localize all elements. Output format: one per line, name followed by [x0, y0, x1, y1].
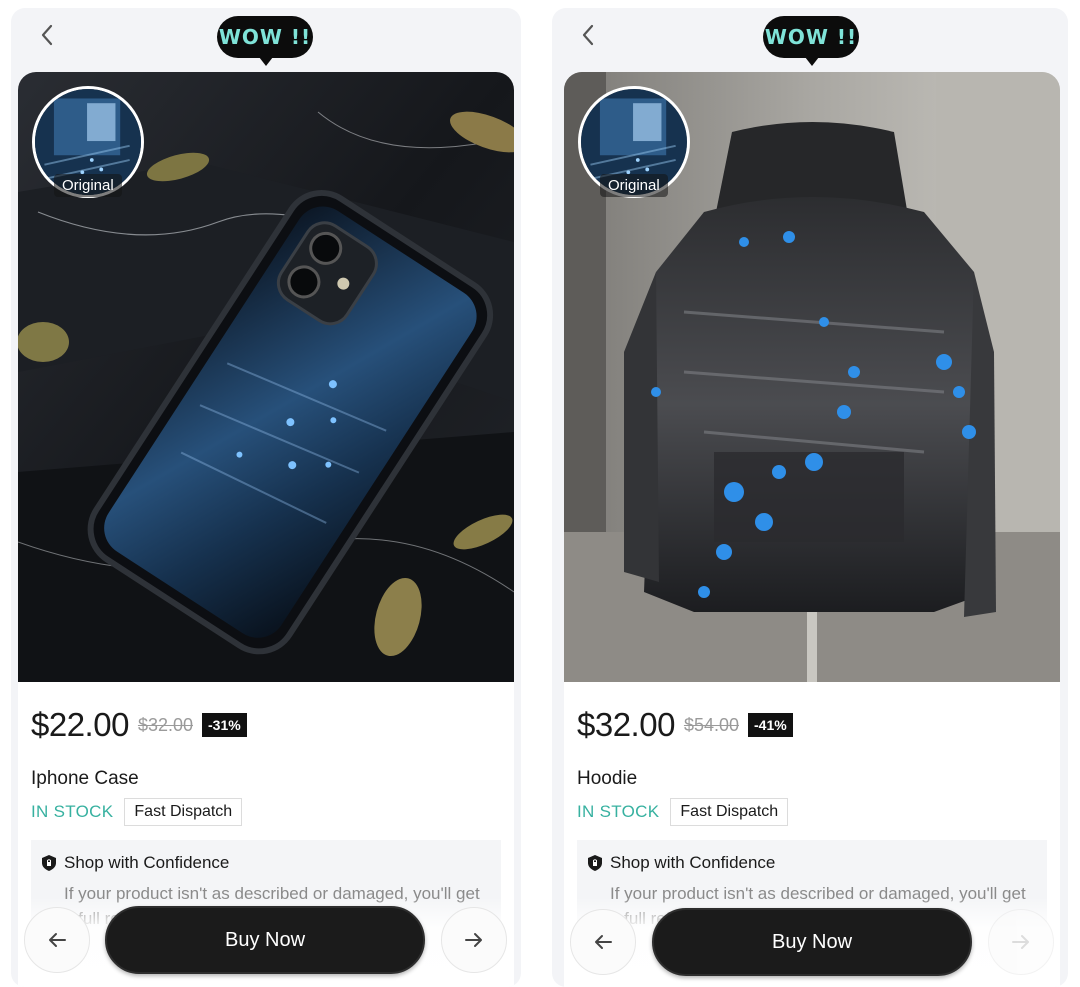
product-screen-hoodie: WOW !! Original $32.00 $54.00 -41% Hoodi… [552, 8, 1068, 987]
wow-bubble: WOW !! [217, 16, 313, 66]
confidence-heading: Shop with Confidence [64, 853, 230, 872]
wow-label: WOW !! [218, 25, 312, 49]
product-image-hoodie[interactable]: Original [564, 72, 1060, 682]
confidence-heading: Shop with Confidence [610, 853, 776, 872]
arrow-right-icon [465, 933, 482, 947]
confidence-heading-row: Shop with Confidence [587, 853, 1037, 873]
price: $22.00 [31, 706, 129, 743]
original-label: Original [54, 174, 122, 197]
product-title: Hoodie [577, 768, 638, 789]
top-bar: WOW !! [11, 8, 521, 70]
original-label: Original [600, 174, 668, 197]
discount-badge: -41% [748, 713, 793, 737]
arrow-right-icon [1012, 935, 1029, 949]
stock-status: IN STOCK [31, 802, 114, 821]
next-product-button[interactable] [441, 907, 507, 973]
price-row: $22.00 $32.00 -31% [31, 706, 247, 744]
shield-icon [588, 855, 602, 871]
chevron-left-icon [582, 24, 594, 46]
product-image-phone-case[interactable]: Original [18, 72, 514, 682]
stock-status: IN STOCK [577, 802, 660, 821]
top-bar: WOW !! [552, 8, 1068, 70]
discount-badge: -31% [202, 713, 247, 737]
fast-dispatch-tag: Fast Dispatch [124, 798, 243, 826]
buy-now-button[interactable]: Buy Now [105, 906, 425, 974]
previous-product-button[interactable] [570, 909, 636, 975]
confidence-heading-row: Shop with Confidence [41, 853, 491, 873]
old-price: $54.00 [683, 714, 739, 735]
product-card: Original $22.00 $32.00 -31% Iphone Case … [18, 72, 514, 987]
arrow-left-icon [595, 935, 612, 949]
product-screen-phone-case: WOW !! Original $22.00 $32.00 -31% Iphon… [11, 8, 521, 987]
wow-label: WOW !! [764, 25, 858, 49]
stock-row: IN STOCK Fast Dispatch [31, 798, 243, 826]
shield-icon [42, 855, 56, 871]
price-row: $32.00 $54.00 -41% [577, 706, 793, 744]
wow-bubble: WOW !! [763, 16, 859, 66]
back-button[interactable] [574, 20, 604, 50]
back-button[interactable] [33, 20, 63, 50]
fast-dispatch-tag: Fast Dispatch [670, 798, 789, 826]
arrow-left-icon [49, 933, 66, 947]
product-card: Original $32.00 $54.00 -41% Hoodie IN ST… [564, 72, 1060, 987]
old-price: $32.00 [137, 714, 193, 735]
buy-now-button[interactable]: Buy Now [652, 908, 972, 976]
next-product-button[interactable] [988, 909, 1054, 975]
price: $32.00 [577, 706, 675, 743]
product-title: Iphone Case [31, 768, 139, 789]
previous-product-button[interactable] [24, 907, 90, 973]
chevron-left-icon [41, 24, 53, 46]
stock-row: IN STOCK Fast Dispatch [577, 798, 789, 826]
